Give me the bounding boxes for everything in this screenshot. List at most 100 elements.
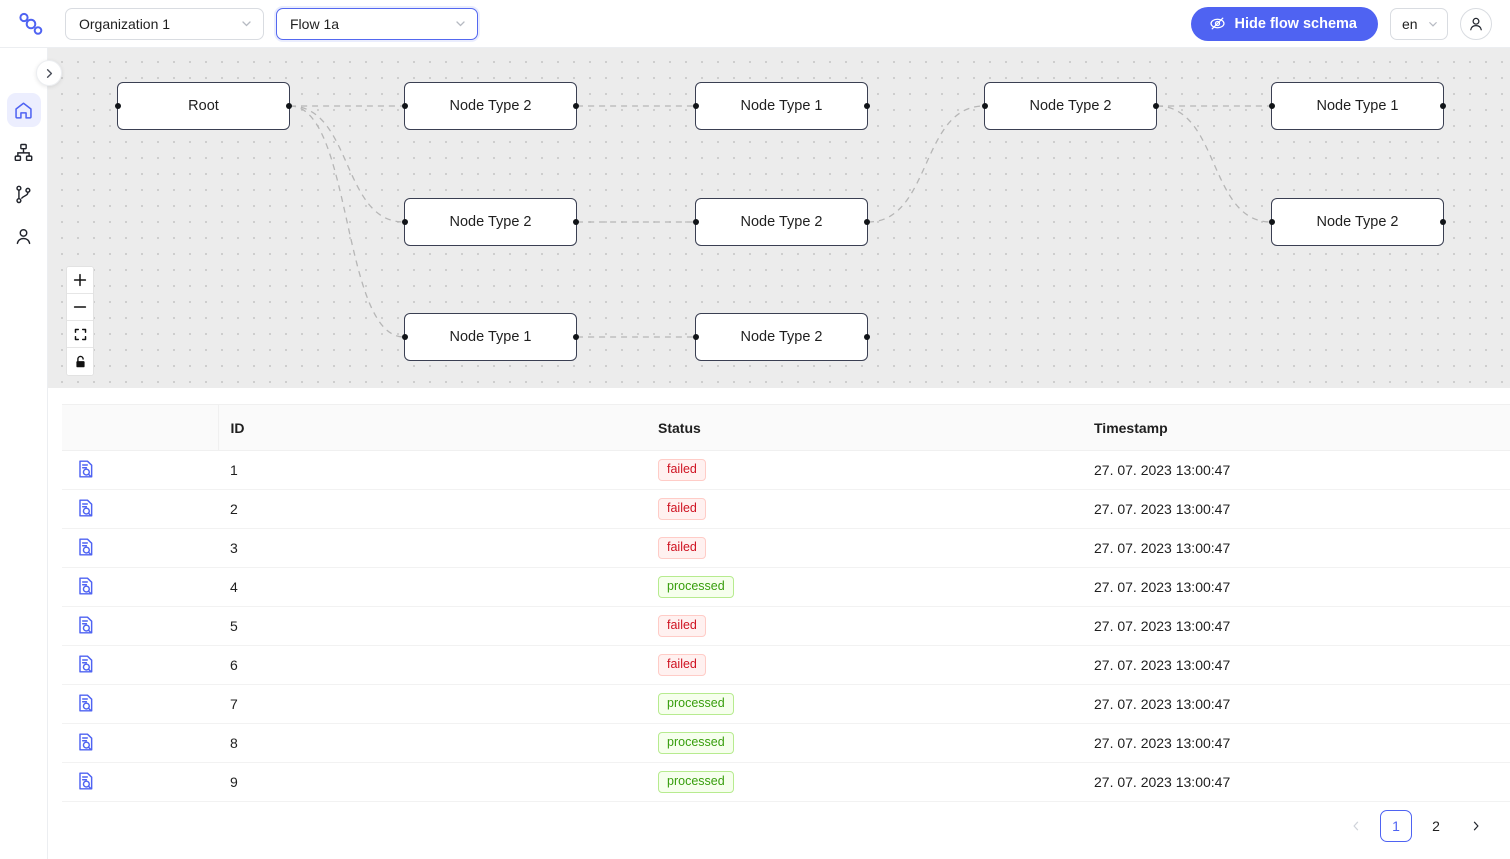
sidebar-item-flows[interactable] (7, 177, 41, 211)
node-handle-left[interactable] (693, 103, 699, 109)
zoom-out-button[interactable] (67, 294, 93, 321)
cell-status: failed (646, 606, 1082, 646)
document-search-icon (79, 459, 93, 478)
hide-flow-schema-label: Hide flow schema (1234, 15, 1357, 32)
flow-node-label: Node Type 2 (1029, 98, 1112, 114)
flow-node-label: Node Type 1 (1316, 98, 1399, 114)
row-action-cell (62, 684, 218, 724)
sidebar-item-users[interactable] (7, 219, 41, 253)
node-handle-left[interactable] (402, 334, 408, 340)
cell-id: 3 (218, 528, 646, 568)
flow-node[interactable]: Node Type 2 (982, 82, 1159, 130)
node-handle-right[interactable] (864, 219, 870, 225)
lock-button[interactable] (67, 348, 93, 375)
document-search-icon (79, 615, 93, 634)
pagination-page-button[interactable]: 1 (1380, 810, 1412, 842)
table-row[interactable]: 8 processed 27. 07. 2023 13:00:47 (62, 723, 1510, 763)
cell-timestamp: 27. 07. 2023 13:00:47 (1082, 684, 1510, 724)
flow-node[interactable]: Node Type 2 (1269, 198, 1446, 246)
row-action-cell (62, 762, 218, 802)
cell-status: processed (646, 723, 1082, 763)
table-row[interactable]: 7 processed 27. 07. 2023 13:00:47 (62, 684, 1510, 724)
flow-node[interactable]: Node Type 2 (693, 198, 870, 246)
cell-id: 2 (218, 489, 646, 529)
table-row[interactable]: 2 failed 27. 07. 2023 13:00:47 (62, 489, 1510, 529)
flow-node-label: Node Type 1 (449, 329, 532, 345)
flow-edge (867, 105, 985, 223)
view-detail-button[interactable] (76, 498, 96, 518)
hide-flow-schema-button[interactable]: Hide flow schema (1190, 6, 1378, 41)
view-detail-button[interactable] (76, 654, 96, 674)
column-header-status: Status (646, 404, 1082, 451)
node-handle-right[interactable] (573, 103, 579, 109)
fit-view-button[interactable] (67, 321, 93, 348)
node-handle-left[interactable] (402, 103, 408, 109)
table-row[interactable]: 4 processed 27. 07. 2023 13:00:47 (62, 567, 1510, 607)
app-logo[interactable] (0, 10, 62, 38)
node-handle-right[interactable] (1440, 103, 1446, 109)
node-handle-right[interactable] (573, 219, 579, 225)
cell-id: 7 (218, 684, 646, 724)
node-handle-right[interactable] (1440, 219, 1446, 225)
cell-status: processed (646, 567, 1082, 607)
flow-canvas[interactable]: Root Node Type 2 Node Type 1 Node Type 2 Nod… (48, 48, 1510, 388)
node-handle-right[interactable] (864, 334, 870, 340)
flow-node[interactable]: Node Type 1 (402, 313, 579, 361)
flow-select[interactable]: Flow 1a (276, 7, 478, 40)
document-search-icon (79, 693, 93, 712)
user-avatar-button[interactable] (1460, 7, 1492, 40)
pagination-prev-button[interactable] (1340, 810, 1372, 842)
node-handle-left[interactable] (1269, 103, 1275, 109)
pagination: 12 (1340, 810, 1492, 842)
view-detail-button[interactable] (76, 576, 96, 596)
document-search-icon (79, 771, 93, 790)
top-bar: Organization 1 Flow 1a Hide flow schema … (0, 0, 1510, 48)
view-detail-button[interactable] (76, 615, 96, 635)
node-handle-right[interactable] (864, 103, 870, 109)
pagination-page-button[interactable]: 2 (1420, 810, 1452, 842)
view-detail-button[interactable] (76, 732, 96, 752)
view-detail-button[interactable] (76, 771, 96, 791)
table-row[interactable]: 6 failed 27. 07. 2023 13:00:47 (62, 645, 1510, 685)
canvas-zoom-controls (66, 266, 94, 376)
organization-select[interactable]: Organization 1 (65, 7, 264, 40)
sidebar-item-hierarchy[interactable] (7, 135, 41, 169)
table-row[interactable]: 3 failed 27. 07. 2023 13:00:47 (62, 528, 1510, 568)
zoom-in-button[interactable] (67, 267, 93, 294)
language-select[interactable]: en (1390, 7, 1448, 40)
pagination-next-button[interactable] (1460, 810, 1492, 842)
node-handle-left[interactable] (982, 103, 988, 109)
flow-node[interactable]: Node Type 2 (693, 313, 870, 361)
flow-node[interactable]: Root (115, 82, 292, 130)
node-handle-left[interactable] (1269, 219, 1275, 225)
sidebar-item-home[interactable] (6, 93, 41, 127)
flow-node[interactable]: Node Type 2 (402, 198, 579, 246)
row-action-cell (62, 567, 218, 607)
flow-edge (289, 105, 405, 338)
node-handle-left[interactable] (693, 334, 699, 340)
table-row[interactable]: 9 processed 27. 07. 2023 13:00:47 (62, 762, 1510, 802)
view-detail-button[interactable] (76, 693, 96, 713)
view-detail-button[interactable] (76, 537, 96, 557)
app-root: Organization 1 Flow 1a Hide flow schema … (0, 0, 1510, 859)
table-row[interactable]: 1 failed 27. 07. 2023 13:00:47 (62, 450, 1510, 490)
document-search-icon (79, 732, 93, 751)
table-row[interactable]: 5 failed 27. 07. 2023 13:00:47 (62, 606, 1510, 646)
node-handle-left[interactable] (402, 219, 408, 225)
flow-node[interactable]: Node Type 1 (693, 82, 870, 130)
cell-id: 5 (218, 606, 646, 646)
flow-node[interactable]: Node Type 1 (1269, 82, 1446, 130)
minus-icon (73, 306, 87, 308)
row-action-cell (62, 450, 218, 490)
view-detail-button[interactable] (76, 459, 96, 479)
sidebar-toggle-button[interactable] (36, 60, 62, 86)
fit-view-icon (74, 328, 86, 340)
node-handle-right[interactable] (286, 103, 292, 109)
node-handle-left[interactable] (115, 103, 121, 109)
node-handle-left[interactable] (693, 219, 699, 225)
cell-status: failed (646, 450, 1082, 490)
flow-node[interactable]: Node Type 2 (402, 82, 579, 130)
language-select-value: en (1402, 15, 1418, 32)
node-handle-right[interactable] (573, 334, 579, 340)
node-handle-right[interactable] (1153, 103, 1159, 109)
